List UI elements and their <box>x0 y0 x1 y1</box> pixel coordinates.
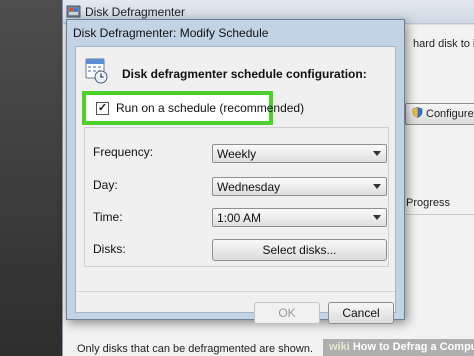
cancel-button[interactable]: Cancel <box>328 302 394 324</box>
modify-schedule-dialog: Disk Defragmenter: Modify Schedule Disk … <box>66 19 405 324</box>
progress-column-header: Progress <box>406 197 451 209</box>
day-value: Wednesday <box>217 180 281 194</box>
day-label: Day: <box>93 178 118 192</box>
time-select[interactable]: 1:00 AM <box>212 208 387 227</box>
footer-note: Only disks that can be defragmented are … <box>77 343 314 355</box>
chevron-down-icon <box>373 215 381 220</box>
day-select[interactable]: Wednesday <box>212 177 387 196</box>
run-on-schedule-label[interactable]: Run on a schedule (recommended) <box>116 101 304 115</box>
disks-label: Disks: <box>93 242 126 256</box>
desktop-edge <box>0 0 62 356</box>
configure-schedule-button[interactable]: Configure sc <box>405 103 474 125</box>
watermark-text: How to Defrag a Computer <box>352 341 474 353</box>
schedule-checkbox-highlight: ✓ Run on a schedule (recommended) <box>82 91 304 125</box>
calendar-clock-icon <box>85 58 108 84</box>
chevron-down-icon <box>373 184 381 189</box>
watermark-brand: wiki <box>329 341 350 353</box>
dialog-body: Disk defragmenter schedule configuration… <box>75 46 396 324</box>
frequency-label: Frequency: <box>93 145 154 159</box>
dialog-header: Disk defragmenter schedule configuration… <box>122 67 367 81</box>
window-title: Disk Defragmenter <box>85 5 186 19</box>
window-description: hard disk to imp <box>413 38 474 50</box>
dialog-title: Disk Defragmenter: Modify Schedule <box>73 26 269 40</box>
wikihow-watermark: wiki How to Defrag a Computer <box>323 339 474 356</box>
select-disks-button[interactable]: Select disks... <box>212 239 387 261</box>
frequency-value: Weekly <box>217 147 257 161</box>
time-value: 1:00 AM <box>217 211 262 225</box>
run-on-schedule-checkbox[interactable]: ✓ <box>96 102 109 115</box>
ok-button[interactable]: OK <box>254 302 320 324</box>
divider <box>76 291 395 292</box>
shield-icon <box>412 107 423 118</box>
frequency-select[interactable]: Weekly <box>212 144 387 163</box>
chevron-down-icon <box>373 151 381 156</box>
time-label: Time: <box>93 210 123 224</box>
divider <box>406 214 474 215</box>
defragmenter-app-icon <box>66 5 81 18</box>
configure-button-label: Configure sc <box>426 108 474 120</box>
